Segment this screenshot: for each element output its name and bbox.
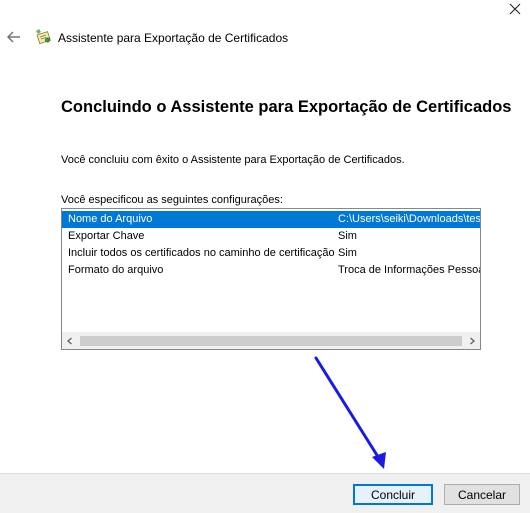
- setting-name: Incluir todos os certificados no caminho…: [68, 247, 335, 259]
- setting-value: Troca de Informações Pessoa: [338, 264, 480, 276]
- setting-value: Sim: [338, 247, 357, 259]
- list-item[interactable]: Nome do Arquivo C:\Users\seiki\Downloads…: [62, 211, 480, 228]
- wizard-header: Assistente para Exportação de Certificad…: [0, 26, 530, 50]
- wizard-footer: Concluir Cancelar: [0, 473, 530, 513]
- setting-name: Exportar Chave: [68, 230, 145, 242]
- finish-button[interactable]: Concluir: [353, 484, 433, 505]
- back-arrow-icon[interactable]: [6, 29, 22, 45]
- list-item[interactable]: Formato do arquivo Troca de Informações …: [62, 262, 480, 279]
- setting-name: Formato do arquivo: [68, 264, 164, 276]
- setting-value: C:\Users\seiki\Downloads\tes: [338, 213, 480, 225]
- certificate-export-wizard-window: Assistente para Exportação de Certificad…: [0, 0, 530, 513]
- scroll-right-icon[interactable]: [464, 333, 480, 349]
- settings-caption: Você especificou as seguintes configuraç…: [61, 194, 283, 206]
- scroll-thumb[interactable]: [80, 336, 462, 346]
- settings-list[interactable]: Nome do Arquivo C:\Users\seiki\Downloads…: [61, 208, 481, 350]
- close-icon[interactable]: [508, 2, 522, 16]
- setting-name: Nome do Arquivo: [68, 213, 153, 225]
- horizontal-scrollbar[interactable]: [62, 332, 480, 349]
- list-item[interactable]: Incluir todos os certificados no caminho…: [62, 245, 480, 262]
- certificate-wizard-icon: [35, 28, 53, 46]
- setting-value: Sim: [338, 230, 357, 242]
- page-title: Concluindo o Assistente para Exportação …: [61, 98, 512, 116]
- completion-message: Você concluiu com êxito o Assistente par…: [61, 154, 405, 166]
- list-item[interactable]: Exportar Chave Sim: [62, 228, 480, 245]
- cancel-button[interactable]: Cancelar: [444, 484, 520, 505]
- wizard-title: Assistente para Exportação de Certificad…: [58, 31, 289, 45]
- scroll-left-icon[interactable]: [62, 333, 78, 349]
- settings-rows: Nome do Arquivo C:\Users\seiki\Downloads…: [62, 211, 480, 279]
